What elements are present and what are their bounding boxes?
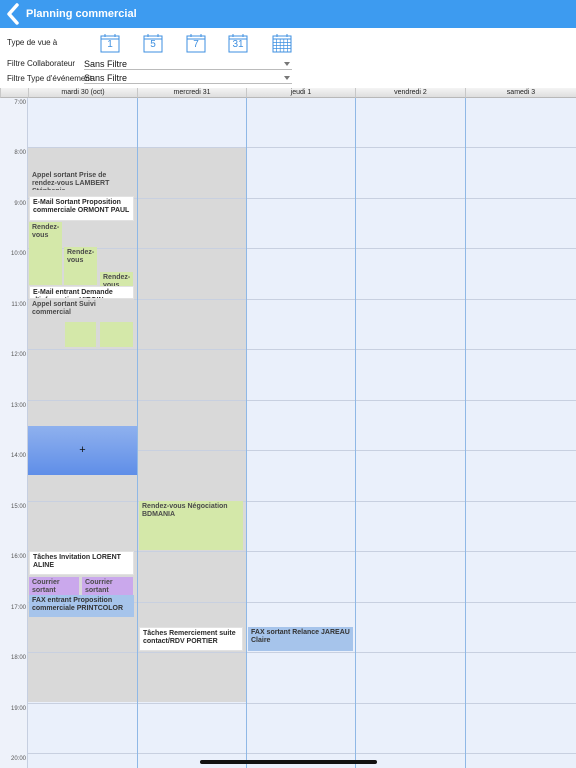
hour-label: 18:00 — [10, 655, 26, 661]
hour-line — [0, 147, 576, 148]
view-7-days-button[interactable]: 7 — [186, 34, 206, 53]
add-event-plus: + — [79, 444, 86, 456]
hour-line — [0, 753, 576, 754]
calendar-event[interactable]: Rendez-vous — [64, 247, 97, 285]
hour-label: 14:00 — [10, 453, 26, 459]
view-button-label: 1 — [107, 39, 113, 50]
hour-label: 7:00 — [14, 100, 26, 106]
day-header[interactable]: vendredi 2 — [355, 88, 465, 98]
view-button-label: 31 — [232, 39, 244, 50]
view-type-label: Type de vue à — [7, 38, 58, 47]
hour-label: 13:00 — [10, 403, 26, 409]
filter-panel: Type de vue à 1 5 7 31 Filtre Collaborat… — [0, 28, 576, 88]
hour-label: 12:00 — [10, 352, 26, 358]
calendar-week-view: mardi 30 (oct) mercredi 31 jeudi 1 vendr… — [0, 88, 576, 768]
hour-label: 19:00 — [10, 706, 26, 712]
hour-label: 15:00 — [10, 504, 26, 510]
day-header[interactable]: mercredi 31 — [137, 88, 246, 98]
view-month-grid-button[interactable] — [272, 34, 292, 53]
hour-label: 8:00 — [14, 150, 26, 156]
calendar-event[interactable]: Rendez-vous Négociation BDMANIA — [139, 501, 243, 550]
corner-header — [0, 88, 28, 98]
view-31-days-button[interactable]: 31 — [228, 34, 248, 53]
day-separator — [355, 98, 356, 768]
day-header[interactable]: jeudi 1 — [246, 88, 355, 98]
hour-line — [0, 400, 576, 401]
hour-label: 10:00 — [10, 251, 26, 257]
calendar-event[interactable]: Courrier sortant — [29, 577, 79, 595]
hour-label: 17:00 — [10, 605, 26, 611]
dropdown-arrow-icon — [284, 76, 290, 80]
collaborator-filter-label: Filtre Collaborateur — [7, 59, 76, 68]
page-title: Planning commercial — [26, 8, 137, 20]
day-header[interactable]: samedi 3 — [465, 88, 576, 98]
calendar-event[interactable]: E-Mail entrant Demande d'information VIR… — [29, 286, 134, 299]
time-slot-selection[interactable]: + — [28, 426, 137, 475]
collaborator-filter-select[interactable]: Sans Filtre — [84, 58, 292, 70]
hour-label: 9:00 — [14, 201, 26, 207]
calendar-event[interactable]: E-Mail Sortant Proposition commerciale O… — [29, 196, 134, 221]
day-separator — [137, 98, 138, 768]
hour-line — [0, 652, 576, 653]
app-header: Planning commercial — [0, 0, 576, 28]
view-1-day-button[interactable]: 1 — [100, 34, 120, 53]
hours-column: 7:00 8:00 9:00 10:00 11:00 12:00 13:00 1… — [0, 98, 28, 768]
home-indicator — [200, 760, 377, 764]
collaborator-filter-value: Sans Filtre — [84, 59, 128, 69]
view-button-label: 5 — [150, 39, 156, 50]
calendar-event[interactable] — [65, 322, 96, 347]
event-type-filter-value: Sans Filtre — [84, 73, 128, 83]
calendar-event[interactable]: Rendez-vous — [29, 222, 62, 285]
day-header[interactable]: mardi 30 (oct) — [28, 88, 137, 98]
hour-label: 20:00 — [10, 756, 26, 762]
hour-label: 11:00 — [11, 302, 26, 308]
event-type-filter-label: Filtre Type d'événement — [7, 74, 92, 83]
calendar-grid-icon — [272, 34, 292, 53]
dropdown-arrow-icon — [284, 62, 290, 66]
view-button-label: 7 — [193, 39, 199, 50]
calendar-event[interactable]: Courrier sortant — [82, 577, 133, 595]
calendar-event[interactable]: FAX sortant Relance JAREAU Claire — [248, 627, 353, 651]
calendar-event[interactable]: Rendez-vous — [100, 272, 133, 286]
hour-line — [0, 501, 576, 502]
hour-label: 16:00 — [10, 554, 26, 560]
view-5-days-button[interactable]: 5 — [143, 34, 163, 53]
back-button[interactable] — [4, 3, 22, 25]
day-separator — [246, 98, 247, 768]
calendar-event[interactable]: Appel sortant Prise de rendez-vous LAMBE… — [29, 170, 134, 190]
working-hours-band — [137, 147, 246, 702]
day-separator — [465, 98, 466, 768]
hour-line — [0, 349, 576, 350]
calendar-event[interactable]: Appel sortant Suivi commercial — [29, 299, 134, 321]
calendar-event[interactable]: Tâches Remerciement suite contact/RDV PO… — [139, 627, 243, 651]
calendar-event[interactable]: FAX entrant Proposition commerciale PRIN… — [29, 595, 134, 617]
hour-line — [0, 703, 576, 704]
calendar-event[interactable] — [100, 322, 133, 347]
chevron-left-icon — [7, 3, 19, 25]
calendar-event[interactable]: Tâches Invitation LORENT ALINE — [29, 551, 134, 575]
event-type-filter-select[interactable]: Sans Filtre — [84, 72, 292, 84]
